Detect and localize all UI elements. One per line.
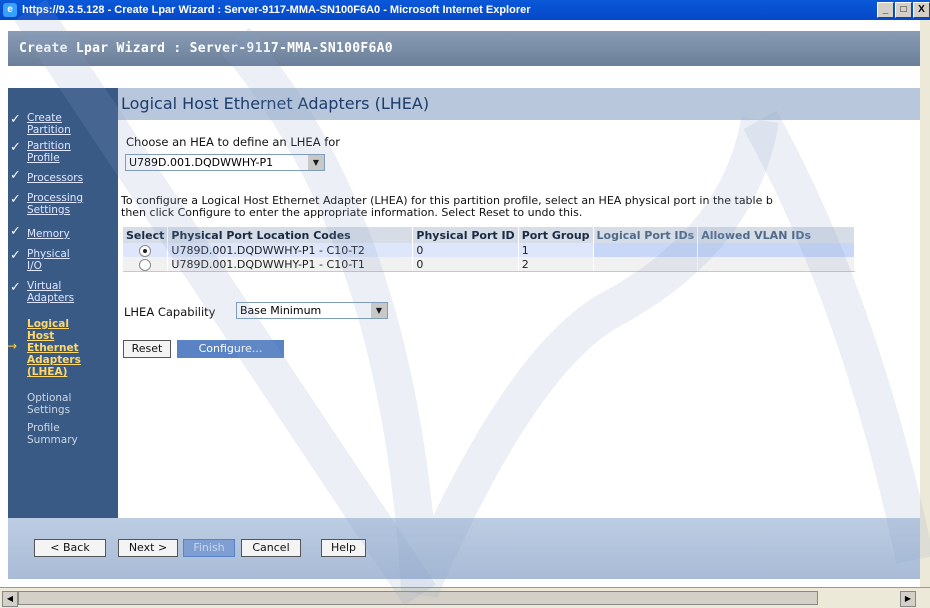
vlan-ids-cell	[697, 257, 856, 272]
check-icon: ✓	[10, 280, 21, 295]
location-cell: U789D.001.DQDWWHY-P1 - C10-T1	[167, 257, 414, 272]
nav-label[interactable]: I/O	[27, 260, 42, 272]
port-id-cell: 0	[412, 257, 519, 272]
finish-button: Finish	[183, 539, 235, 557]
column-header-port-id: Physical Port ID	[412, 227, 519, 243]
app-header-title: Create Lpar Wizard : Server-9117-MMA-SN1…	[19, 41, 393, 56]
lhea-capability-label: LHEA Capability	[124, 305, 216, 319]
panel-header: Logical Host Ethernet Adapters (LHEA)	[118, 88, 920, 120]
window-titlebar: e https://9.3.5.128 - Create Lpar Wizard…	[0, 0, 930, 20]
minimize-button[interactable]: _	[877, 2, 894, 18]
location-cell: U789D.001.DQDWWHY-P1 - C10-T2	[167, 243, 414, 257]
scroll-thumb[interactable]	[18, 591, 818, 605]
port-id-cell: 0	[412, 243, 519, 257]
nav-label[interactable]: Create	[27, 112, 62, 124]
table-row[interactable]: U789D.001.DQDWWHY-P1 - C10-T1 0 2	[123, 257, 856, 272]
page-title: Logical Host Ethernet Adapters (LHEA)	[121, 94, 430, 113]
description-line: then click Configure to enter the approp…	[121, 206, 583, 219]
capability-select-value: Base Minimum	[240, 304, 322, 317]
column-header-select: Select	[123, 227, 169, 243]
window-controls: _ □ X	[877, 2, 930, 18]
nav-label[interactable]: (LHEA)	[27, 366, 67, 378]
wizard-nav: ✓ Create Partition ✓ Partition Profile ✓…	[7, 88, 118, 518]
nav-label[interactable]: Settings	[27, 204, 70, 216]
hea-ports-table: Select Physical Port Location Codes Phys…	[123, 227, 856, 272]
nav-label: Settings	[27, 404, 71, 416]
nav-label[interactable]: Ethernet	[27, 342, 79, 354]
nav-label: Profile	[27, 422, 60, 434]
configure-button[interactable]: Configure...	[177, 340, 284, 358]
chevron-down-icon[interactable]: ▼	[370, 303, 387, 318]
nav-label: Optional	[27, 392, 72, 404]
radio-selected[interactable]	[139, 244, 151, 257]
check-icon: ✓	[10, 112, 21, 127]
ie-icon: e	[3, 3, 17, 17]
nav-label[interactable]: Adapters	[27, 292, 74, 304]
check-icon: ✓	[10, 140, 21, 155]
port-group-cell: 2	[518, 257, 594, 272]
nav-label[interactable]: Profile	[27, 152, 60, 164]
nav-label[interactable]: Adapters	[27, 354, 81, 366]
hea-select[interactable]: U789D.001.DQDWWHY-P1 ▼	[125, 154, 325, 171]
scroll-left-icon[interactable]: ◀	[2, 591, 18, 607]
nav-label[interactable]: Physical	[27, 248, 70, 260]
vertical-scrollbar[interactable]	[920, 20, 930, 587]
lhea-capability-select[interactable]: Base Minimum ▼	[236, 302, 388, 319]
chevron-down-icon[interactable]: ▼	[307, 155, 324, 170]
check-icon: ✓	[10, 168, 21, 183]
nav-label[interactable]: Virtual	[27, 280, 61, 292]
app-header: Create Lpar Wizard : Server-9117-MMA-SN1…	[8, 31, 920, 66]
radio-unselected[interactable]	[139, 258, 151, 271]
table-header-row: Select Physical Port Location Codes Phys…	[123, 227, 856, 243]
wizard-footer: < Back Next > Finish Cancel Help	[8, 518, 920, 579]
table-row[interactable]: U789D.001.DQDWWHY-P1 - C10-T2 0 1	[123, 243, 856, 257]
next-button[interactable]: Next >	[118, 539, 178, 557]
logical-ids-cell	[593, 243, 699, 257]
check-icon: ✓	[10, 224, 21, 239]
main-content: Choose an HEA to define an LHEA for U789…	[118, 120, 920, 518]
column-header-vlan-ids: Allowed VLAN IDs	[697, 227, 856, 243]
check-icon: ✓	[10, 192, 21, 207]
cancel-button[interactable]: Cancel	[241, 539, 301, 557]
description: To configure a Logical Host Ethernet Ada…	[121, 195, 773, 219]
vlan-ids-cell	[697, 243, 856, 257]
reset-button[interactable]: Reset	[123, 340, 171, 358]
nav-label: Summary	[27, 434, 78, 446]
column-header-logical-port-ids: Logical Port IDs	[593, 227, 699, 243]
help-button[interactable]: Help	[321, 539, 366, 557]
column-header-location: Physical Port Location Codes	[167, 227, 414, 243]
current-step-arrow-icon: →	[7, 339, 18, 353]
column-header-port-group: Port Group	[518, 227, 594, 243]
logical-ids-cell	[593, 257, 699, 272]
port-group-cell: 1	[518, 243, 594, 257]
hea-select-value: U789D.001.DQDWWHY-P1	[129, 156, 274, 169]
select-cell[interactable]	[123, 243, 169, 257]
nav-label[interactable]: Host	[27, 330, 54, 342]
horizontal-scrollbar[interactable]: ◀ ▶	[0, 587, 930, 608]
nav-label[interactable]: Logical	[27, 318, 69, 330]
scroll-right-icon[interactable]: ▶	[900, 591, 916, 607]
nav-label[interactable]: Processing	[27, 192, 83, 204]
nav-label[interactable]: Memory	[27, 228, 70, 240]
close-button[interactable]: X	[913, 2, 930, 18]
maximize-button[interactable]: □	[895, 2, 912, 18]
nav-label[interactable]: Partition	[27, 140, 71, 152]
window-title: https://9.3.5.128 - Create Lpar Wizard :…	[22, 4, 531, 16]
choose-hea-label: Choose an HEA to define an LHEA for	[126, 135, 341, 149]
nav-label[interactable]: Processors	[27, 172, 83, 184]
check-icon: ✓	[10, 248, 21, 263]
nav-label[interactable]: Partition	[27, 124, 71, 136]
back-button[interactable]: < Back	[34, 539, 106, 557]
select-cell[interactable]	[123, 257, 169, 272]
